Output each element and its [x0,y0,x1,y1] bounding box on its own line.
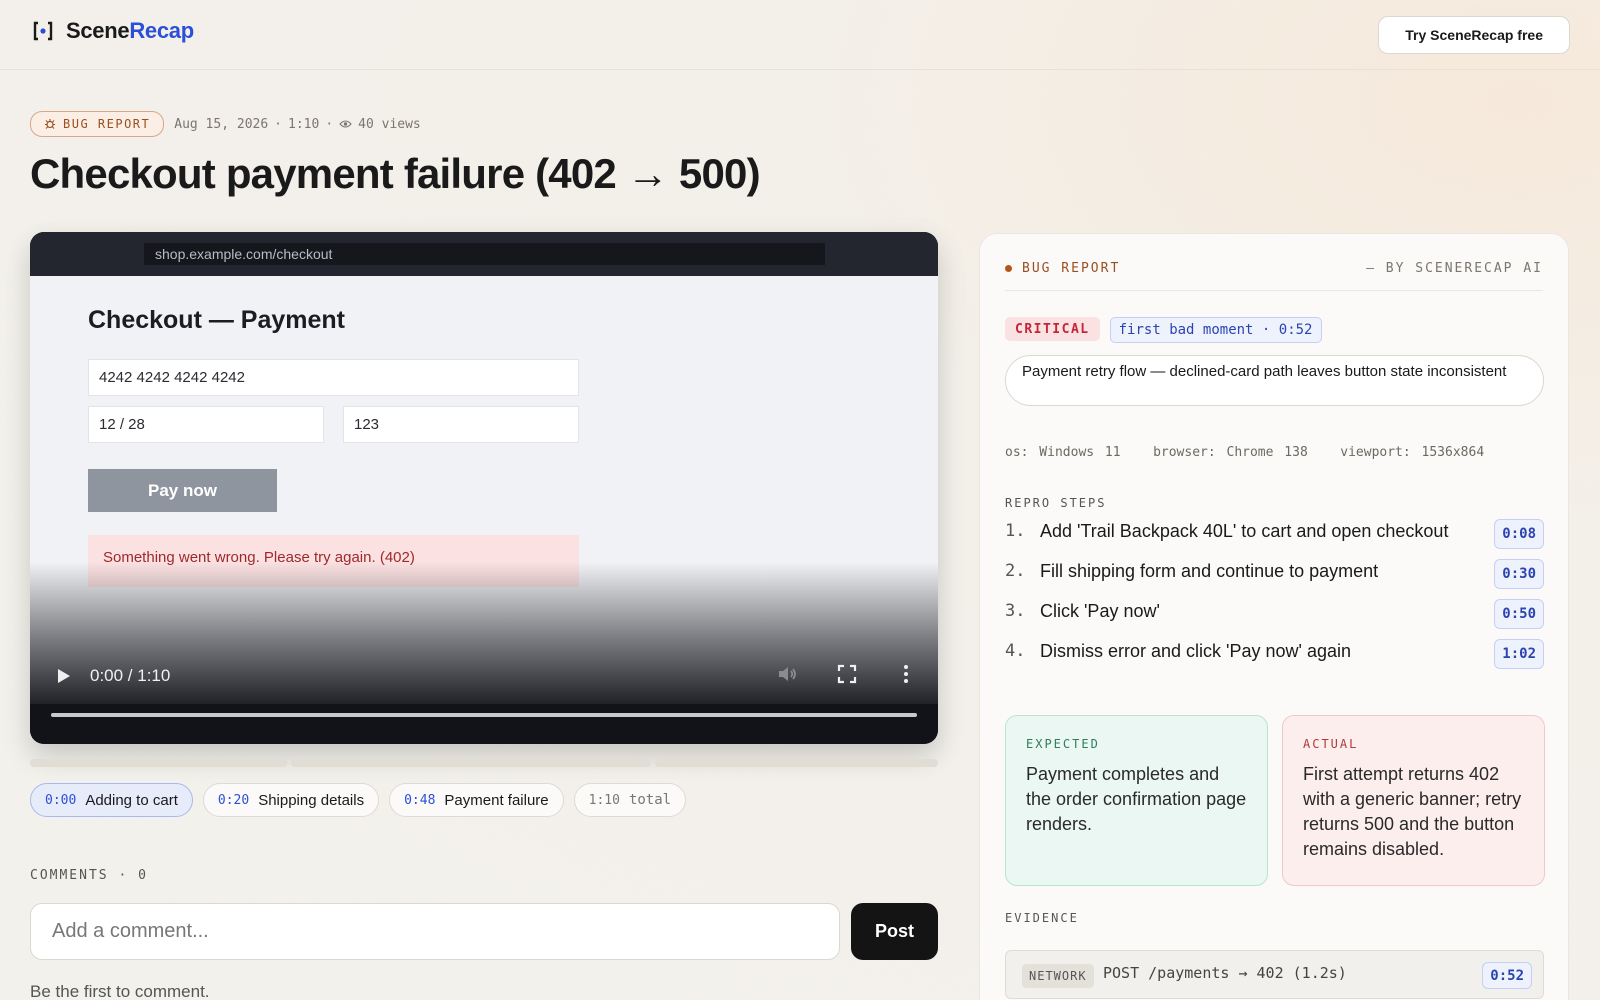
network-tag: NETWORK [1022,964,1094,988]
chapter-segment-1[interactable] [30,759,287,767]
post-comment-button[interactable]: Post [851,903,938,960]
expected-text: Payment completes and the order confirma… [1026,764,1247,834]
comments-label: COMMENTS · 0 [30,868,148,883]
checkout-title: Checkout — Payment [88,306,346,334]
report-summary: Payment retry flow — declined-card path … [1005,355,1544,406]
step-timestamp-button[interactable]: 0:08 [1494,519,1544,549]
comments-empty-note: Be the first to comment. [30,982,210,1000]
panel-header: BUG REPORT — BY SCENERECAP AI [1005,261,1543,291]
video-time: 0:00 / 1:10 [90,666,171,685]
repro-step: 2. Fill shipping form and continue to pa… [1005,553,1544,593]
bug-report-panel: BUG REPORT — BY SCENERECAP AI CRITICAL f… [979,233,1569,1000]
video-controls-bar [30,704,938,744]
bracket-logo-icon [33,21,53,41]
evidence-item: NETWORK POST /payments → 402 (1.2s) 0:52 [1005,950,1544,999]
card-number-field: 4242 4242 4242 4242 [88,359,579,396]
repro-step: 3. Click 'Pay now' 0:50 [1005,593,1544,633]
actual-card: ACTUAL First attempt returns 402 with a … [1282,715,1545,886]
step-timestamp-button[interactable]: 0:30 [1494,559,1544,589]
first-bad-moment-badge[interactable]: first bad moment · 0:52 [1109,317,1322,343]
pay-now-button: Pay now [88,469,277,512]
video-progress-bar[interactable] [51,713,917,717]
brand[interactable]: SceneRecap [32,18,194,44]
eye-icon [339,120,352,128]
video-player[interactable]: shop.example.com/checkout Checkout — Pay… [30,232,938,744]
meta-date: Aug 15, 2026 [174,116,269,132]
meta-info: Aug 15, 2026 · 1:10 · 40 views [174,116,421,132]
video-browser-bar: shop.example.com/checkout [30,232,938,276]
meta-views: 40 views [358,116,421,132]
chapter-list: 0:00 Adding to cart 0:20 Shipping detail… [30,783,687,817]
cvc-field: 123 [343,406,579,443]
meta-row: BUG REPORT Aug 15, 2026 · 1:10 · 40 view… [30,111,421,137]
repro-steps-list: 1. Add 'Trail Backpack 40L' to cart and … [1005,513,1544,673]
actual-label: ACTUAL [1303,737,1359,751]
step-timestamp-button[interactable]: 1:02 [1494,639,1544,669]
env-browser: browser: Chrome 138 [1153,445,1308,460]
environment-info: os: Windows 11 browser: Chrome 138 viewp… [1005,445,1484,460]
panel-byline: — BY SCENERECAP AI [1366,261,1543,276]
actual-text: First attempt returns 402 with a generic… [1303,764,1522,859]
repro-steps-label: REPRO STEPS [1005,496,1107,510]
more-vertical-icon[interactable] [894,662,918,686]
brand-name: SceneRecap [66,18,194,43]
chapter-segment-3[interactable] [655,759,938,767]
repro-step: 1. Add 'Trail Backpack 40L' to cart and … [1005,513,1544,553]
total-duration-chip: 1:10 total [573,783,687,817]
top-bar: SceneRecap Try SceneRecap free [0,0,1600,70]
chapter-chip-shipping-details[interactable]: 0:20 Shipping details [202,783,380,817]
env-os: os: Windows 11 [1005,445,1121,460]
comment-input[interactable] [30,903,840,960]
video-url: shop.example.com/checkout [144,243,825,265]
meta-duration: 1:10 [288,116,320,132]
volume-icon[interactable] [775,662,799,686]
bug-icon [45,119,55,129]
env-viewport: viewport: 1536x864 [1340,445,1485,460]
evidence-timestamp-button[interactable]: 0:52 [1482,962,1532,989]
expected-label: EXPECTED [1026,737,1100,751]
try-free-button[interactable]: Try SceneRecap free [1378,16,1570,54]
bug-report-tag: BUG REPORT [30,111,165,137]
repro-step: 4. Dismiss error and click 'Pay now' aga… [1005,633,1544,673]
report-badges: CRITICAL first bad moment · 0:52 [1005,317,1322,343]
panel-label: BUG REPORT [1005,261,1120,276]
expected-card: EXPECTED Payment completes and the order… [1005,715,1268,886]
step-timestamp-button[interactable]: 0:50 [1494,599,1544,629]
fullscreen-icon[interactable] [835,662,859,686]
chapter-chip-payment-failure[interactable]: 0:48 Payment failure [389,783,564,817]
play-icon[interactable] [54,664,74,688]
evidence-label: EVIDENCE [1005,911,1079,925]
network-request-text: POST /payments → 402 (1.2s) [1103,964,1347,982]
page-title: Checkout payment failure (402 → 500) [30,150,761,197]
chapter-chip-adding-to-cart[interactable]: 0:00 Adding to cart [30,783,193,817]
chapter-segment-2[interactable] [291,759,651,767]
expiry-field: 12 / 28 [88,406,324,443]
status-dot-icon [1005,265,1012,272]
bug-report-tag-label: BUG REPORT [63,117,151,131]
severity-badge: CRITICAL [1005,317,1100,341]
